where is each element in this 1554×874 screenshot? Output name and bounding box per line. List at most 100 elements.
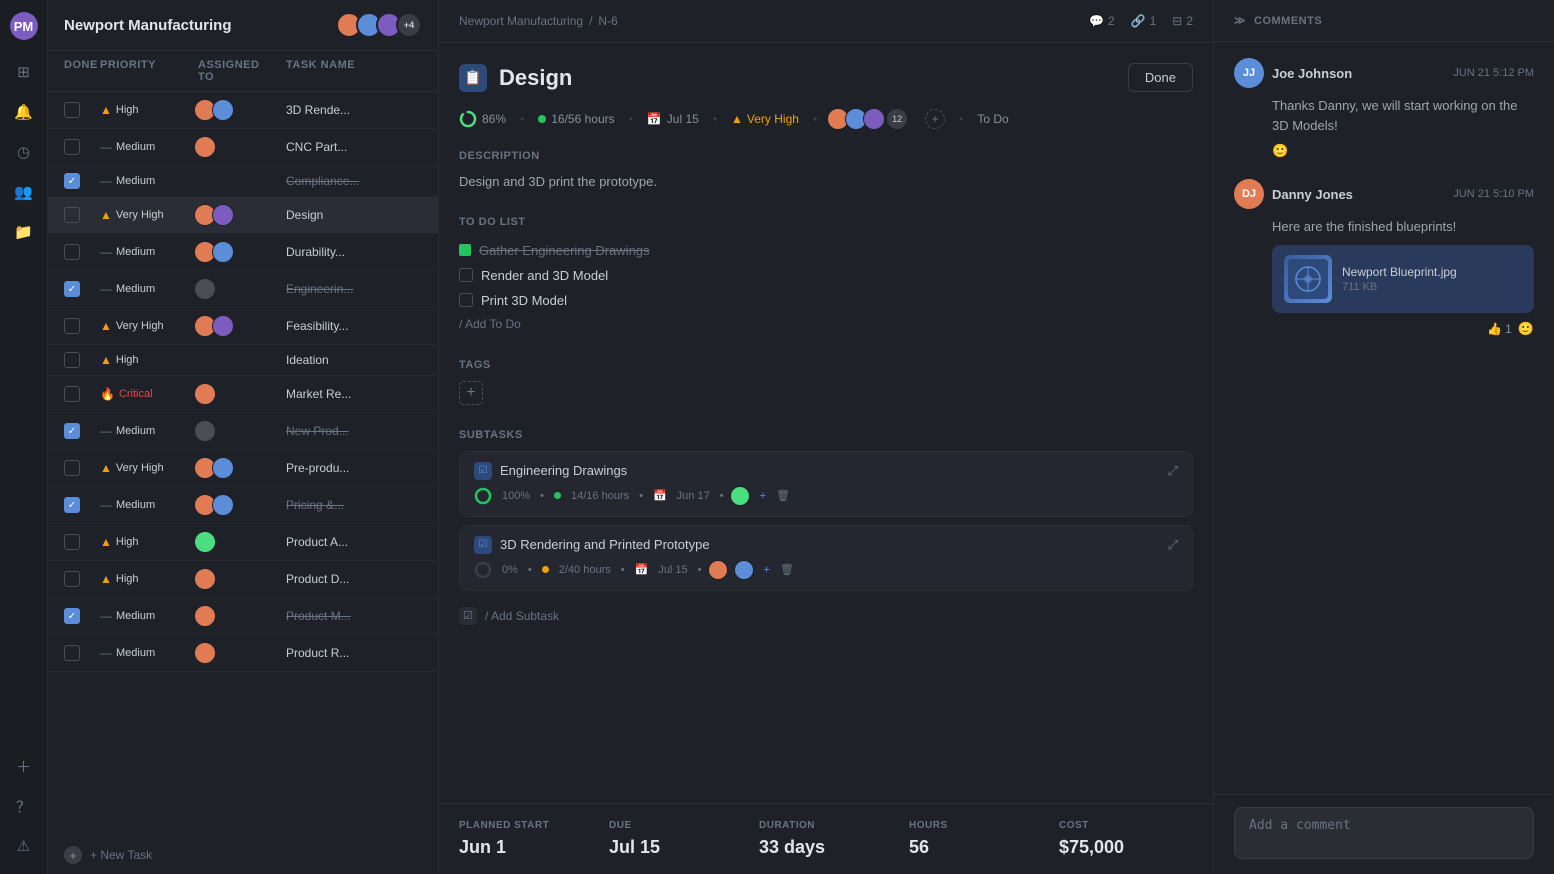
sidebar-folder[interactable]: 📁 xyxy=(8,216,40,248)
subtask-delete-button[interactable]: 🗑 xyxy=(776,489,790,502)
todo-add-button[interactable]: / Add To Do xyxy=(459,313,1193,335)
table-row[interactable]: — Medium Durability... xyxy=(48,234,438,271)
priority-badge: — Medium xyxy=(100,140,190,154)
add-reaction-icon[interactable]: 🙂 xyxy=(1518,321,1534,337)
todo-text: Render and 3D Model xyxy=(481,268,608,283)
table-row[interactable]: ▲ Very High Design xyxy=(48,197,438,234)
calendar-icon: 📅 xyxy=(647,112,662,126)
todo-checkbox[interactable] xyxy=(459,293,473,307)
footer-meta: PLANNED START Jun 1 DUE Jul 15 DURATION … xyxy=(439,803,1213,874)
task-checkbox[interactable] xyxy=(64,139,80,155)
done-button[interactable]: Done xyxy=(1128,63,1193,92)
add-avatar-button[interactable]: + xyxy=(925,109,945,129)
due-date: Jul 15 xyxy=(667,112,699,126)
task-checkbox[interactable] xyxy=(64,608,80,624)
avatar xyxy=(194,605,216,627)
subtask-item[interactable]: ☑ Engineering Drawings ⤢ 100% • 14/16 ho… xyxy=(459,451,1193,517)
task-checkbox[interactable] xyxy=(64,423,80,439)
sidebar-alert[interactable]: ⚠ xyxy=(8,830,40,862)
subtasks-icon: ⊟ xyxy=(1172,14,1182,28)
task-checkbox[interactable] xyxy=(64,460,80,476)
subtask-item[interactable]: ☑ 3D Rendering and Printed Prototype ⤢ 0… xyxy=(459,525,1193,591)
task-checkbox[interactable] xyxy=(64,571,80,587)
assigned-avatars xyxy=(198,642,278,664)
sidebar-notification[interactable]: 🔔 xyxy=(8,96,40,128)
todo-checkbox[interactable] xyxy=(459,268,473,282)
todo-item[interactable]: Gather Engineering Drawings xyxy=(459,238,1193,263)
description-text: Design and 3D print the prototype. xyxy=(459,172,1193,192)
detail-title: Design xyxy=(499,65,1116,91)
todo-item[interactable]: Print 3D Model xyxy=(459,288,1193,313)
task-name: Ideation xyxy=(286,353,422,367)
hours-label: 16/56 hours xyxy=(551,112,614,126)
task-name: New Prod... xyxy=(286,424,422,438)
task-checkbox[interactable] xyxy=(64,645,80,661)
priority-badge: — Medium xyxy=(100,609,190,623)
table-row[interactable]: ▲ Very High Pre-produ... xyxy=(48,450,438,487)
priority-up-icon: ▲ xyxy=(100,535,112,549)
task-checkbox[interactable] xyxy=(64,534,80,550)
sidebar-home[interactable]: ⊞ xyxy=(8,56,40,88)
subtask-delete-button[interactable]: 🗑 xyxy=(780,563,794,576)
add-task-row[interactable]: + + New Task xyxy=(48,836,438,874)
reaction-thumbs-up[interactable]: 👍 1 xyxy=(1487,322,1512,336)
table-row[interactable]: — Medium Product R... xyxy=(48,635,438,672)
table-row[interactable]: — Medium CNC Part... xyxy=(48,129,438,166)
table-row[interactable]: ▲ Very High Feasibility... xyxy=(48,308,438,345)
task-checkbox[interactable] xyxy=(64,497,80,513)
task-checkbox[interactable] xyxy=(64,352,80,368)
comment-emoji-reaction[interactable]: 🙂 xyxy=(1234,143,1534,159)
table-row[interactable]: 🔥 Critical Market Re... xyxy=(48,376,438,413)
add-tag-button[interactable]: + xyxy=(459,381,483,405)
footer-duration: DURATION 33 days xyxy=(759,820,893,858)
priority-badge: ▲ Very High xyxy=(100,208,190,222)
table-row[interactable]: ▲ High Product D... xyxy=(48,561,438,598)
table-row[interactable]: — Medium New Prod... xyxy=(48,413,438,450)
sidebar-help[interactable]: ？ xyxy=(8,790,40,822)
breadcrumb-id: N-6 xyxy=(598,14,617,28)
subtask-external-link[interactable]: ⤢ xyxy=(1168,463,1178,479)
priority-indicator: ▲ Very High xyxy=(731,112,799,126)
task-checkbox[interactable] xyxy=(64,173,80,189)
task-checkbox[interactable] xyxy=(64,102,80,118)
assigned-avatars xyxy=(198,241,278,263)
priority-dash-icon: — xyxy=(100,245,112,259)
task-checkbox[interactable] xyxy=(64,207,80,223)
table-row[interactable]: — Medium Engineerin... xyxy=(48,271,438,308)
table-row[interactable]: — Medium Pricing &... xyxy=(48,487,438,524)
priority-up-icon: ▲ xyxy=(100,572,112,586)
task-name: Durability... xyxy=(286,245,422,259)
sidebar-users[interactable]: 👥 xyxy=(8,176,40,208)
priority-label: Very High xyxy=(747,112,799,126)
breadcrumb: Newport Manufacturing / N-6 xyxy=(459,14,618,28)
avatar xyxy=(212,241,234,263)
sidebar-add[interactable]: ＋ xyxy=(8,750,40,782)
add-assignee-button[interactable]: + xyxy=(764,564,770,576)
subtask-icon: ☑ xyxy=(474,536,492,554)
avatar xyxy=(194,136,216,158)
add-assignee-button[interactable]: + xyxy=(760,490,766,502)
footer-cost-value: $75,000 xyxy=(1059,837,1193,858)
table-row[interactable]: — Medium Compliance... xyxy=(48,166,438,197)
attachment[interactable]: Newport Blueprint.jpg 711 KB xyxy=(1272,245,1534,313)
column-headers: DONE PRIORITY ASSIGNED TO TASK NAME xyxy=(48,51,438,92)
footer-cost: COST $75,000 xyxy=(1059,820,1193,858)
comment-input[interactable] xyxy=(1234,807,1534,859)
task-checkbox[interactable] xyxy=(64,281,80,297)
table-row[interactable]: ▲ High 3D Rende... xyxy=(48,92,438,129)
subtask-external-link[interactable]: ⤢ xyxy=(1168,537,1178,553)
todo-item[interactable]: Render and 3D Model xyxy=(459,263,1193,288)
hours-indicator: 16/56 hours xyxy=(538,112,614,126)
task-checkbox[interactable] xyxy=(64,386,80,402)
table-row[interactable]: — Medium Product M... xyxy=(48,598,438,635)
sidebar-clock[interactable]: ◷ xyxy=(8,136,40,168)
priority-badge: — Medium xyxy=(100,498,190,512)
subtask-name: 3D Rendering and Printed Prototype xyxy=(500,537,1160,552)
table-row[interactable]: ▲ High Product A... xyxy=(48,524,438,561)
task-checkbox[interactable] xyxy=(64,244,80,260)
calendar-icon: 📅 xyxy=(635,563,649,576)
task-checkbox[interactable] xyxy=(64,318,80,334)
priority-badge: — Medium xyxy=(100,424,190,438)
table-row[interactable]: ▲ High Ideation xyxy=(48,345,438,376)
add-subtask-button[interactable]: ☑ / Add Subtask xyxy=(459,599,1193,633)
